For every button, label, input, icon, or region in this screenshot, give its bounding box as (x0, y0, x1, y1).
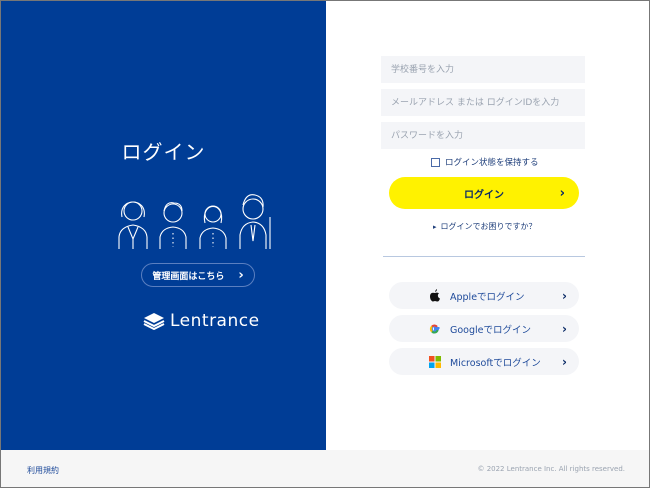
terms-link[interactable]: 利用規約 (27, 465, 59, 476)
copyright: © 2022 Lentrance Inc. All rights reserve… (477, 465, 625, 473)
login-button-label: ログイン (464, 189, 504, 201)
login-button[interactable]: ログイン › (389, 177, 579, 209)
keep-login-checkbox[interactable]: ログイン状態を保持する (431, 156, 539, 168)
school-number-input[interactable] (381, 56, 585, 83)
microsoft-login-label: Microsoftでログイン (450, 357, 541, 369)
people-illustration (118, 194, 271, 249)
google-login-button[interactable]: Googleでログイン › (389, 315, 579, 342)
checkbox-icon[interactable] (431, 157, 440, 167)
apple-login-label: Appleでログイン (450, 291, 525, 303)
person-woman-icon (118, 201, 148, 249)
admin-link-label: 管理画面はこちら (152, 271, 225, 282)
chevron-right-icon: › (562, 321, 567, 336)
chevron-right-icon: › (559, 185, 565, 201)
person-girl-icon (199, 205, 227, 249)
chevron-right-icon: › (562, 288, 567, 303)
google-login-label: Googleでログイン (450, 324, 532, 336)
keep-login-label: ログイン状態を保持する (445, 158, 539, 168)
page-title: ログイン (121, 140, 206, 164)
password-input[interactable] (381, 122, 585, 149)
brand-name: Lentrance (170, 311, 260, 331)
help-label: ログインでお困りですか？ (440, 222, 537, 231)
footer: 利用規約 © 2022 Lentrance Inc. All rights re… (1, 450, 649, 487)
login-id-input[interactable] (381, 89, 585, 116)
google-icon (429, 323, 441, 335)
login-help-link[interactable]: ▸ ログインでお困りですか？ (433, 221, 537, 232)
microsoft-icon (429, 355, 441, 368)
admin-link-button[interactable]: 管理画面はこちら › (141, 263, 255, 287)
apple-icon (429, 289, 441, 302)
person-boy-icon (159, 202, 187, 249)
divider (383, 256, 585, 257)
triangle-right-icon: ▸ (433, 223, 437, 231)
login-page: ログイン 管理画面はこちら › Lentrance ログイン状態を保持する ログ… (0, 0, 650, 488)
chevron-right-icon: › (562, 354, 567, 369)
microsoft-login-button[interactable]: Microsoftでログイン › (389, 348, 579, 375)
chevron-right-icon: › (238, 267, 244, 283)
person-teacher-icon (239, 194, 271, 249)
lentrance-logo: Lentrance (143, 311, 260, 331)
apple-login-button[interactable]: Appleでログイン › (389, 282, 579, 309)
brand-panel: ログイン 管理画面はこちら › Lentrance (1, 1, 326, 450)
layers-logo-icon (143, 313, 165, 330)
